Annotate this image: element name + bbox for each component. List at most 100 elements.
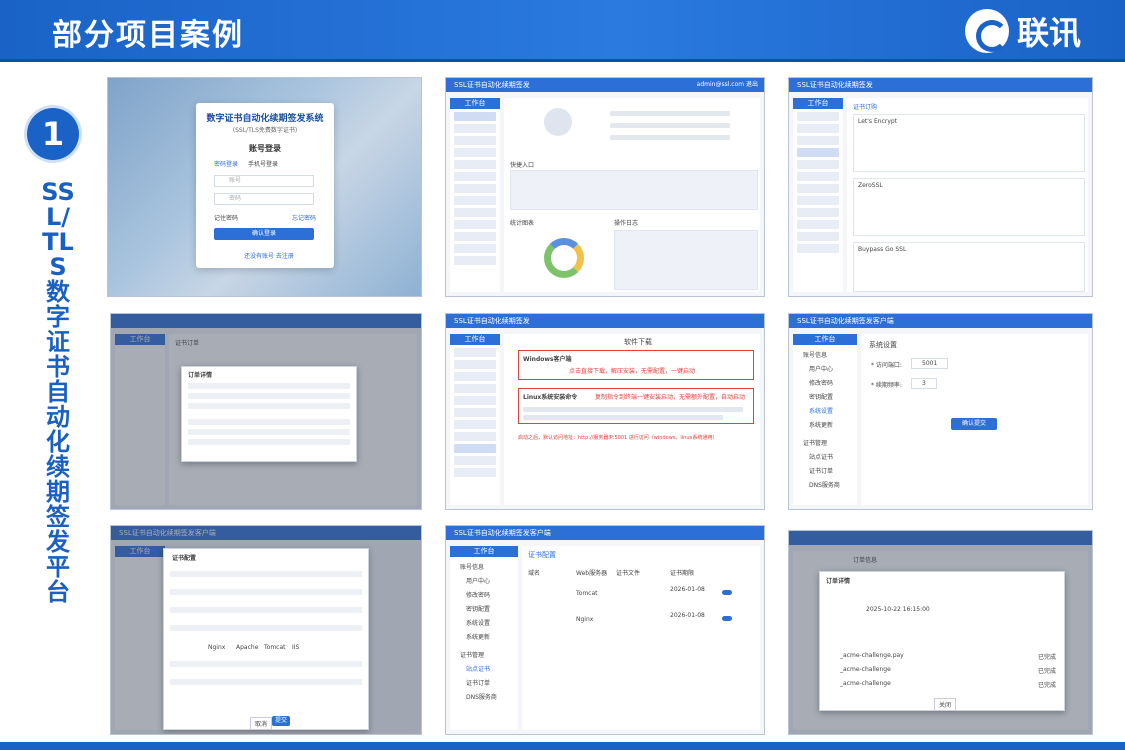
sidebar-item[interactable] [797,184,839,193]
form-row[interactable] [170,679,362,685]
menu-item[interactable]: 站点证书 [809,452,833,461]
sidebar-item[interactable] [797,124,839,133]
linux-box: Linux系统安装命令 复制指令到终端一键安装启动，无需额外配置，自动启动 [518,388,754,424]
sidebar-item[interactable] [454,244,496,253]
menu-item[interactable]: 证书管理 [803,438,827,447]
form-row[interactable] [170,589,362,595]
sidebar-item[interactable] [454,232,496,241]
server-opt-nginx[interactable]: Nginx [208,644,225,651]
sidebar-item[interactable] [454,256,496,265]
sidebar-head[interactable]: 工作台 [450,546,518,557]
main-panel: 软件下载 Windows客户端 点击直接下载，解压安装，无需配置，一键启动 Li… [504,334,760,505]
menu-item[interactable]: 系统设置 [466,618,490,627]
menu-item[interactable]: 证书订单 [809,466,833,475]
menu-item[interactable]: 系统更新 [466,632,490,641]
form-row[interactable] [170,571,362,577]
menu-item[interactable]: 修改密码 [809,378,833,387]
sidebar-item[interactable] [454,160,496,169]
menu-item[interactable]: 用户中心 [809,364,833,373]
sidebar-item[interactable] [797,208,839,217]
menu-item[interactable]: 账号信息 [803,350,827,359]
cancel-button[interactable]: 取消 [250,717,273,730]
form-row[interactable] [170,661,362,667]
sidebar-item[interactable] [454,184,496,193]
row2-server: Nginx [576,616,594,623]
sidebar-head[interactable]: 工作台 [793,334,857,345]
sidebar-head[interactable]: 工作台 [450,98,500,109]
ok-button[interactable]: 提交 [272,716,290,726]
sidebar-item[interactable] [797,112,839,121]
menu-item[interactable]: 用户中心 [466,576,490,585]
sidebar-head[interactable]: 工作台 [793,98,843,109]
server-opt-apache[interactable]: Apache [236,644,258,651]
sidebar-item[interactable] [454,112,496,121]
menu-item[interactable]: 账号信息 [460,562,484,571]
sidebar-item[interactable] [454,348,496,357]
sidebar-item[interactable] [797,148,839,157]
tab-phone-login[interactable]: 手机号登录 [248,159,278,168]
sidebar-item[interactable] [454,468,496,477]
sidebar: 工作台 [450,334,500,505]
form-row[interactable] [170,625,362,631]
sidebar-item[interactable] [454,148,496,157]
sidebar-item[interactable] [797,196,839,205]
sidebar-item[interactable] [797,232,839,241]
order-modal: 订单详情 [181,366,357,462]
sidebar-item[interactable] [454,456,496,465]
menu-item[interactable]: 站点证书 [466,664,490,673]
menu-item[interactable]: 证书管理 [460,650,484,659]
sidebar-item[interactable] [454,408,496,417]
server-opt-tomcat[interactable]: Tomcat [264,644,286,651]
sidebar-head[interactable]: 工作台 [450,334,500,345]
screenshot-download: SSL证书自动化续期签发 工作台 软件下载 Windows客户端 点击直接下载，… [445,313,765,510]
menu-item[interactable]: DNS服务商 [466,692,497,701]
close-button[interactable]: 关闭 [934,698,957,711]
register-link[interactable]: 还没有账号 去注册 [244,251,294,260]
interval-label: * 续期频率: [871,382,902,389]
sidebar-item[interactable] [454,196,496,205]
submit-button[interactable]: 确认提交 [951,418,997,430]
interval-input[interactable]: 3 [911,378,937,389]
user-menu[interactable]: admin@ssl.com 退出 [697,78,758,92]
record-1: _acme-challenge.pay [840,652,904,659]
menu-item[interactable]: 系统设置 [809,406,833,415]
sidebar-item[interactable] [454,384,496,393]
sidebar-item[interactable] [454,444,496,453]
menu-item[interactable]: DNS服务商 [809,480,840,489]
sidebar-item[interactable] [454,136,496,145]
sidebar-item[interactable] [797,172,839,181]
password-input[interactable]: 密码 [214,193,314,205]
menu-item[interactable]: 证书订单 [466,678,490,687]
username-input[interactable]: 账号 [214,175,314,187]
row1-toggle[interactable] [722,590,732,595]
form-row[interactable] [170,607,362,613]
sidebar-item[interactable] [454,420,496,429]
sidebar-item[interactable] [454,124,496,133]
stats-donut-chart [544,238,584,278]
server-opt-iis[interactable]: IIS [292,644,299,651]
modal-title: 证书配置 [172,555,197,562]
login-button[interactable]: 确认登录 [214,228,314,240]
sidebar-item[interactable] [454,172,496,181]
sidebar-item[interactable] [454,432,496,441]
menu-item[interactable]: 密钥配置 [466,604,490,613]
sidebar-item[interactable] [797,136,839,145]
sidebar-item[interactable] [797,160,839,169]
windows-note: 点击直接下载，解压安装，无需配置，一键启动 [569,368,696,375]
forgot-link[interactable]: 忘记密码 [292,213,316,222]
main-panel: 证书订购 Let's Encrypt ZeroSSL Buypass Go SS… [847,98,1088,292]
tab-password-login[interactable]: 密码登录 [214,159,238,168]
port-input[interactable]: 5001 [911,358,949,369]
sidebar-item[interactable] [797,244,839,253]
menu-item[interactable]: 系统更新 [809,420,833,429]
menu-item[interactable]: 密钥配置 [809,392,833,401]
sidebar-item[interactable] [454,208,496,217]
sidebar-item[interactable] [454,360,496,369]
sidebar-item[interactable] [797,220,839,229]
menu-item[interactable]: 修改密码 [466,590,490,599]
sidebar-item[interactable] [454,220,496,229]
remember-checkbox[interactable]: 记住密码 [214,213,238,222]
row2-toggle[interactable] [722,616,732,621]
sidebar-item[interactable] [454,372,496,381]
sidebar-item[interactable] [454,396,496,405]
